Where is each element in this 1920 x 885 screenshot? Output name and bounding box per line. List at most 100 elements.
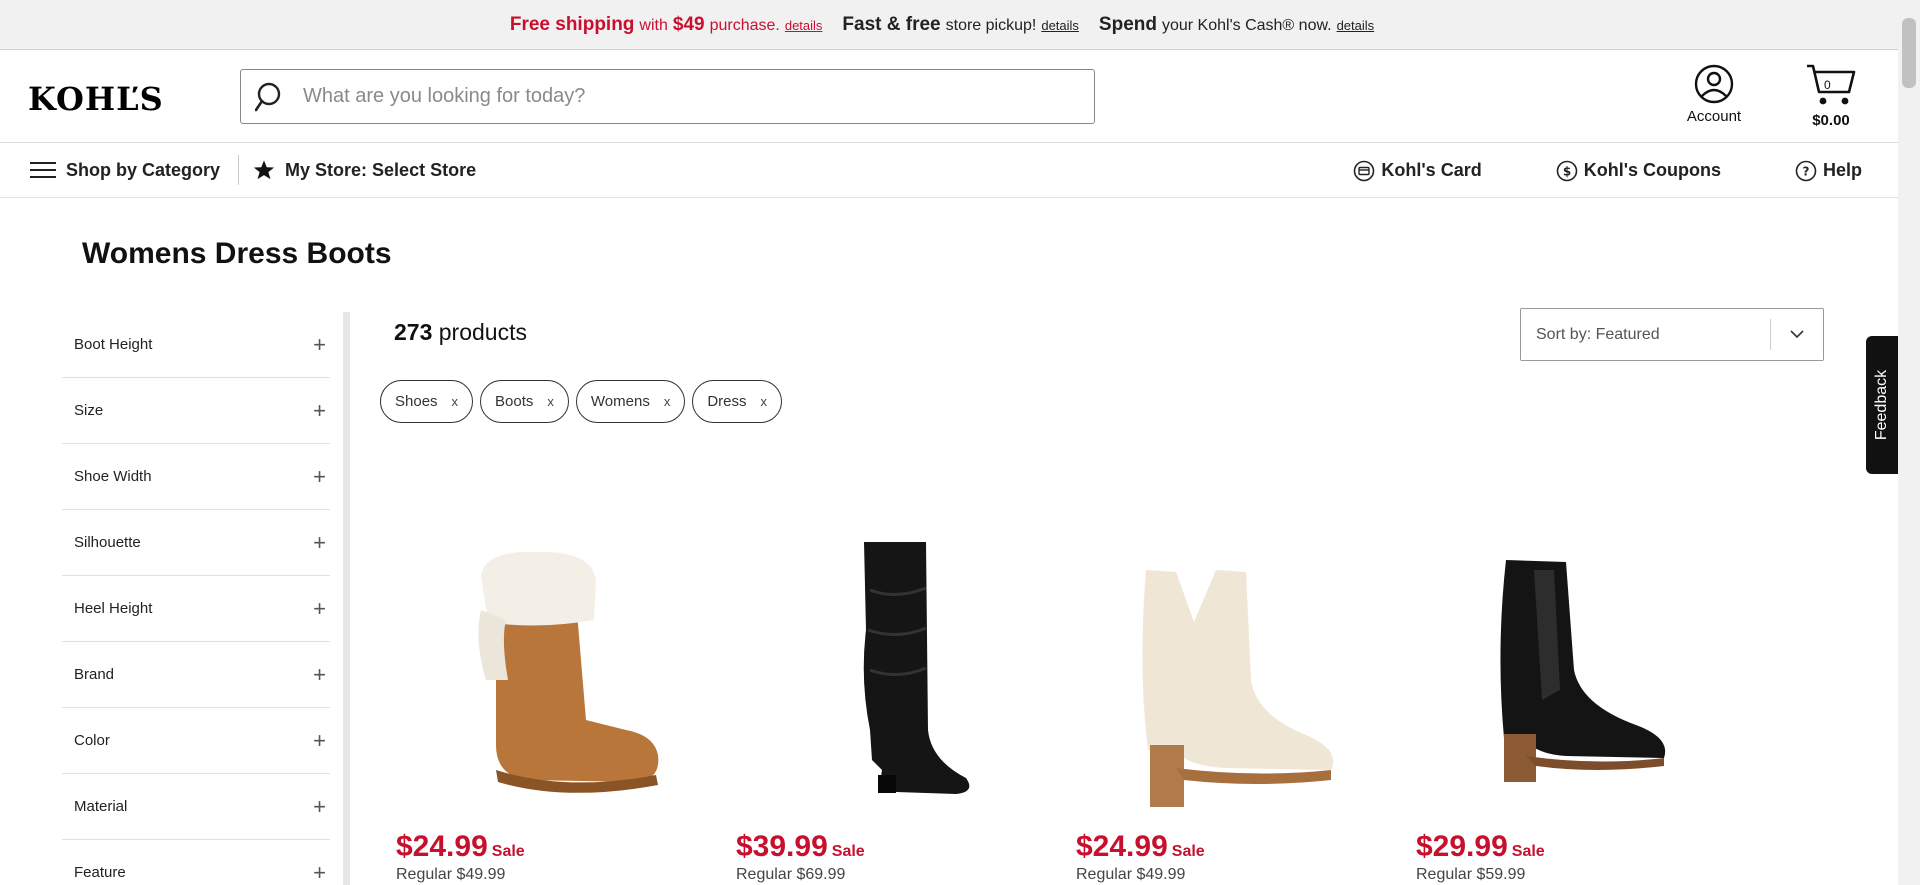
close-icon[interactable]: x (547, 394, 554, 409)
filter-chip[interactable]: Dress x (692, 380, 782, 423)
help-icon: ? (1795, 160, 1817, 181)
help-link[interactable]: ? Help (1795, 160, 1862, 182)
shop-by-category-button[interactable]: Shop by Category (30, 160, 220, 181)
filter-item[interactable]: Color + (62, 708, 330, 774)
page-title: Womens Dress Boots (82, 237, 392, 270)
filter-label: Brand (74, 666, 115, 683)
filter-item[interactable]: Brand + (62, 642, 330, 708)
page-scrollbar[interactable] (1898, 0, 1920, 885)
nav-divider (238, 155, 240, 185)
price-value: $24.99 (396, 830, 488, 863)
filter-label: Feature (74, 864, 126, 881)
filter-item[interactable]: Shoe Width + (62, 444, 330, 510)
search-input[interactable] (303, 85, 1083, 108)
close-icon[interactable]: x (664, 394, 671, 409)
promo-purchase: purchase. (709, 16, 780, 34)
promo-bar: Free shipping with $49 purchase. details… (0, 0, 1898, 50)
plus-icon[interactable]: + (313, 794, 326, 820)
account-icon (1694, 64, 1734, 104)
credit-card-icon (1354, 160, 1375, 181)
filter-item[interactable]: Silhouette + (62, 510, 330, 576)
sort-dropdown[interactable]: Sort by: Featured (1520, 308, 1824, 361)
promo-details-link[interactable]: details (1041, 18, 1079, 33)
plus-icon[interactable]: + (313, 530, 326, 556)
plus-icon[interactable]: + (313, 662, 326, 688)
plus-icon[interactable]: + (313, 464, 326, 490)
product-image[interactable] (396, 520, 696, 820)
filter-item[interactable]: Boot Height + (62, 312, 330, 378)
filter-item[interactable]: Feature + (62, 840, 330, 885)
kohls-coupons-link[interactable]: $ Kohl's Coupons (1556, 160, 1721, 182)
plus-icon[interactable]: + (313, 398, 326, 424)
sale-label: Sale (1511, 843, 1545, 860)
applied-filters: Shoes x Boots x Womens x Dress x (380, 380, 782, 423)
sidebar-scrollbar[interactable] (343, 312, 350, 885)
product-image[interactable] (1076, 520, 1376, 820)
product-image[interactable] (736, 520, 1036, 820)
sale-price: $39.99 Sale (736, 830, 1036, 864)
filter-chip[interactable]: Boots x (480, 380, 569, 423)
shop-by-category-label: Shop by Category (66, 159, 221, 180)
scrollbar-thumb[interactable] (1902, 18, 1916, 88)
filter-label: Material (74, 798, 128, 815)
regular-price: Regular $49.99 (1076, 866, 1186, 883)
product-card[interactable]: $24.99 Sale Regular $49.99 (396, 520, 696, 884)
chevron-down-icon (1771, 330, 1823, 339)
product-card[interactable]: $24.99 Sale Regular $49.99 (1076, 520, 1376, 884)
plus-icon[interactable]: + (313, 728, 326, 754)
promo-with: with (639, 16, 668, 34)
product-card[interactable]: $39.99 Sale Regular $69.99 (736, 520, 1036, 884)
boot-image-icon (478, 551, 659, 793)
promo-details-link[interactable]: details (1337, 18, 1375, 33)
kohls-coupons-label: Kohl's Coupons (1583, 160, 1721, 180)
sale-price: $24.99 Sale (396, 830, 696, 864)
filter-item[interactable]: Material + (62, 774, 330, 840)
search-bar (240, 69, 1095, 124)
search-icon[interactable] (255, 81, 287, 113)
promo-details-link[interactable]: details (785, 18, 823, 33)
plus-icon[interactable]: + (313, 596, 326, 622)
my-store-button[interactable]: My Store: Select Store (253, 159, 476, 181)
product-card[interactable]: $29.99 Sale Regular $59.99 (1416, 520, 1716, 884)
kohls-card-link[interactable]: Kohl's Card (1353, 160, 1482, 182)
filter-chip[interactable]: Shoes x (380, 380, 474, 423)
promo-store-pickup: store pickup! (945, 16, 1037, 34)
product-image[interactable] (1416, 520, 1716, 820)
boot-image-icon (863, 542, 970, 794)
nav-right-links: Kohl's Card $ Kohl's Coupons ? Help (1353, 143, 1862, 198)
chip-label: Dress (707, 393, 747, 410)
plus-icon[interactable]: + (313, 332, 326, 358)
price-value: $24.99 (1076, 830, 1168, 863)
promo-spend: Spend (1098, 13, 1157, 35)
filter-sidebar: Boot Height + Size + Shoe Width + Silhouette + H… (62, 312, 330, 885)
cart-count: 0 (1824, 78, 1831, 92)
product-count-number: 273 (394, 319, 433, 345)
filter-item[interactable]: Size + (62, 378, 330, 444)
plus-icon[interactable]: + (313, 860, 326, 885)
cart-button[interactable]: 0 $0.00 (1804, 62, 1858, 129)
chip-label: Shoes (395, 393, 438, 410)
filter-label: Shoe Width (74, 468, 152, 485)
site-header: KOHĽS Account 0 $0.00 (0, 50, 1898, 143)
regular-price: Regular $69.99 (736, 866, 846, 883)
hamburger-icon (30, 162, 56, 178)
sale-label: Sale (1171, 843, 1205, 860)
close-icon[interactable]: x (452, 394, 459, 409)
close-icon[interactable]: x (761, 394, 768, 409)
my-store-label: My Store: Select Store (285, 159, 477, 180)
kohls-logo[interactable]: KOHĽS (28, 80, 164, 118)
feedback-tab[interactable]: Feedback (1866, 336, 1898, 474)
sale-label: Sale (491, 843, 525, 860)
bootie-image-icon (1142, 570, 1334, 807)
filter-item[interactable]: Heel Height + (62, 576, 330, 642)
cart-icon (1807, 64, 1856, 105)
feedback-label: Feedback (1873, 369, 1890, 441)
price-value: $29.99 (1416, 830, 1508, 863)
filter-label: Heel Height (74, 600, 153, 617)
account-button[interactable]: Account (1680, 64, 1748, 125)
filter-chip[interactable]: Womens x (575, 380, 686, 423)
sale-price: $29.99 Sale (1416, 830, 1716, 864)
promo-kohls-cash: your Kohl's Cash® now. (1161, 16, 1332, 34)
bootie-image-icon (1500, 560, 1666, 782)
filter-label: Size (74, 402, 104, 419)
